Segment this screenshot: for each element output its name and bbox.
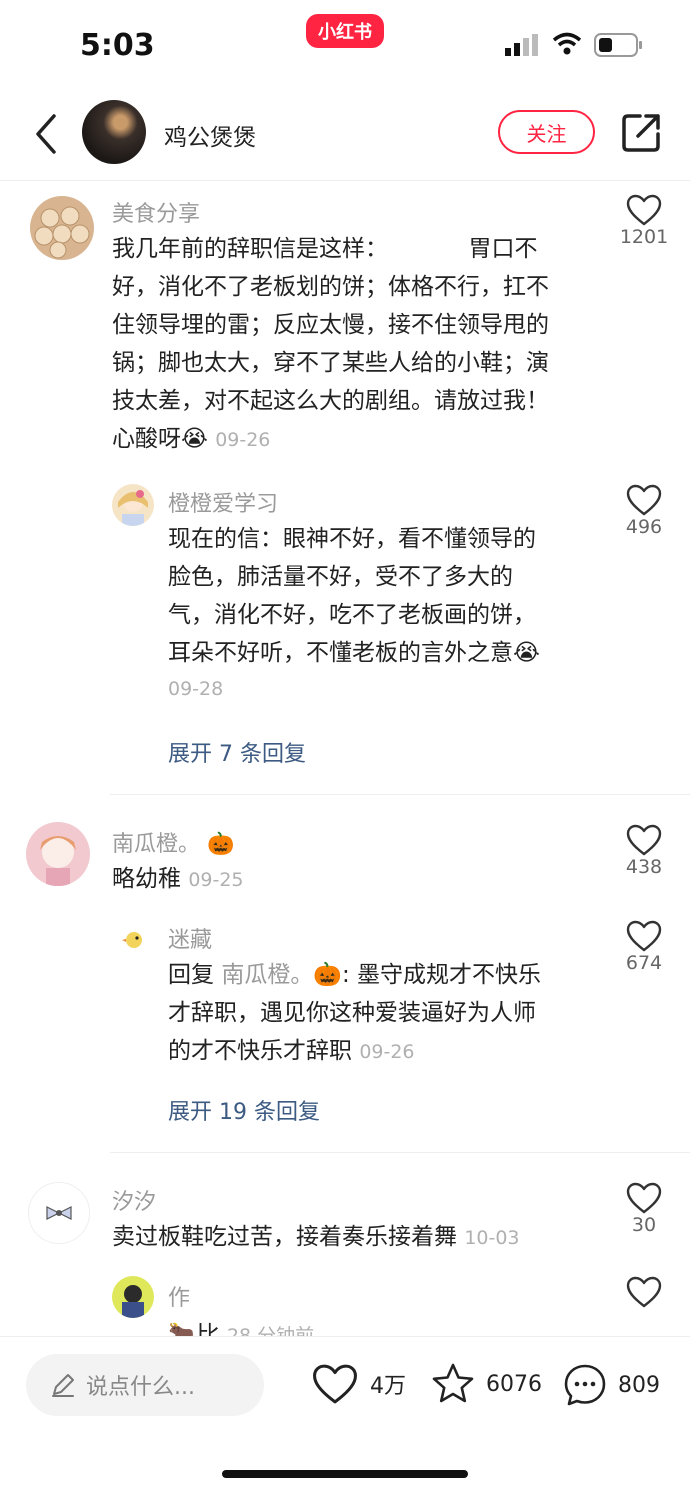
comment-date: 09-25: [188, 869, 244, 891]
signal-icon: [505, 34, 539, 56]
reply-user-name[interactable]: 橙橙爱学习: [168, 486, 278, 518]
reply-user-name[interactable]: 作: [168, 1280, 190, 1312]
like-button[interactable]: [614, 1276, 674, 1308]
heart-icon: [626, 1182, 662, 1214]
comment-text: 略幼稚: [112, 866, 181, 892]
like-count: 1201: [619, 226, 669, 248]
heart-icon: [626, 194, 662, 226]
reply-line: 的才不快乐才辞职 09-26: [168, 1032, 598, 1071]
heart-icon: [313, 1364, 357, 1404]
comment-body: 卖过板鞋吃过苦，接着奏乐接着舞 10-03: [112, 1218, 520, 1257]
reply-line: 现在的信：眼神不好，看不懂领导的: [168, 526, 536, 552]
pencil-icon: [52, 1374, 74, 1397]
heart-icon: [626, 920, 662, 952]
back-arrow-icon: [36, 114, 56, 154]
like-count: 438: [625, 856, 663, 878]
reply-avatar[interactable]: [112, 918, 154, 960]
reply-text: 耳朵不好听，不懂老板的言外之意: [168, 640, 513, 666]
comment-body: 略幼稚 09-25: [112, 860, 244, 899]
author-avatar[interactable]: [82, 100, 146, 164]
reply-line: 脸色，肺活量不好，受不了多大的: [168, 564, 513, 590]
share-icon: [622, 114, 660, 152]
divider: [110, 1152, 690, 1153]
commenter-name[interactable]: 汐汐: [112, 1184, 156, 1216]
comment-input-placeholder: 说点什么...: [86, 1375, 195, 1400]
commenter-avatar[interactable]: [28, 1182, 90, 1244]
comment-date: 09-26: [215, 429, 271, 451]
commenter-name[interactable]: 美食分享: [112, 196, 200, 228]
like-button[interactable]: 496: [614, 484, 674, 538]
reply-date: 09-26: [359, 1041, 415, 1063]
comment-count-button[interactable]: 809: [562, 1362, 660, 1408]
reply-line: 气，消化不好，吃不了老板画的饼，: [168, 602, 536, 628]
share-button[interactable]: [620, 112, 662, 154]
expand-replies-link[interactable]: 展开 19 条回复: [168, 1094, 320, 1126]
pumpkin-emoji: 🎃: [313, 962, 342, 988]
home-indicator: [222, 1470, 468, 1478]
wifi-icon: [552, 32, 582, 56]
like-button[interactable]: 1201: [614, 194, 674, 248]
expand-replies-link[interactable]: 展开 7 条回复: [168, 736, 306, 768]
reply-text: : 墨守成规才不快乐: [341, 962, 542, 988]
comment-text: 心酸呀: [112, 426, 181, 452]
battery-icon: [594, 33, 644, 57]
like-post-button[interactable]: 4万: [312, 1362, 406, 1406]
reply-date: 09-28: [168, 678, 224, 700]
commenter-name-text: 南瓜橙。: [112, 832, 201, 857]
back-button[interactable]: [28, 110, 68, 158]
reply-body: 回复 南瓜橙。🎃: 墨守成规才不快乐 才辞职，遇见你这种爱装逼好为人师 的才不快…: [168, 956, 598, 1071]
commenter-avatar[interactable]: [30, 196, 94, 260]
comment-line: 住领导埋的雷；反应太慢，接不住领导甩的: [112, 312, 549, 338]
heart-icon: [626, 1276, 662, 1308]
favorite-count: 6076: [486, 1371, 542, 1397]
reply-body: 现在的信：眼神不好，看不懂领导的 脸色，肺活量不好，受不了多大的 气，消化不好，…: [168, 520, 598, 700]
comment-line: 心酸呀😭 09-26: [112, 420, 602, 459]
star-icon: [432, 1363, 474, 1403]
reply-to-user[interactable]: 南瓜橙。: [221, 962, 313, 988]
heart-icon: [626, 484, 662, 516]
heart-icon: [626, 824, 662, 856]
comment-body: 我几年前的辞职信是这样： 胃口不 好，消化不了老板划的饼；体格不行，扛不 住领导…: [112, 230, 602, 459]
comment-line: 技太差，对不起这么大的剧组。请放过我！: [112, 388, 549, 414]
commenter-name[interactable]: 南瓜橙。 🎃: [112, 826, 234, 858]
commenter-avatar[interactable]: [26, 822, 90, 886]
comment-text: 卖过板鞋吃过苦，接着奏乐接着舞: [112, 1224, 457, 1250]
divider: [110, 794, 690, 795]
comment-input[interactable]: 说点什么...: [26, 1354, 264, 1416]
crying-emoji: 😭: [513, 640, 540, 666]
comment-line: 好，消化不了老板划的饼；体格不行，扛不: [112, 274, 549, 300]
like-count: 30: [631, 1214, 657, 1236]
like-post-count: 4万: [370, 1374, 406, 1399]
reply-avatar[interactable]: [112, 484, 154, 526]
reply-avatar[interactable]: [112, 1276, 154, 1318]
like-button[interactable]: 438: [614, 824, 674, 878]
reply-line: 才辞职，遇见你这种爱装逼好为人师: [168, 1000, 536, 1026]
reply-text: 的才不快乐才辞职: [168, 1038, 352, 1064]
comment-line: 我几年前的辞职信是这样： 胃口不: [112, 236, 538, 262]
like-button[interactable]: 30: [614, 1182, 674, 1236]
like-count: 496: [625, 516, 663, 538]
reply-line: 回复 南瓜橙。🎃: 墨守成规才不快乐: [168, 956, 598, 994]
like-button[interactable]: 674: [614, 920, 674, 974]
follow-button[interactable]: 关注: [498, 110, 595, 154]
favorite-button[interactable]: 6076: [430, 1362, 542, 1406]
comment-count: 809: [618, 1372, 660, 1398]
pumpkin-emoji: 🎃: [207, 832, 235, 857]
reply-line: 耳朵不好听，不懂老板的言外之意😭: [168, 634, 598, 672]
brand-logo: 小红书: [306, 14, 384, 48]
comment-line: 锅；脚也太大，穿不了某些人给的小鞋；演: [112, 350, 549, 376]
author-name[interactable]: 鸡公煲煲: [164, 118, 256, 152]
like-count: 674: [625, 952, 663, 974]
comment-date: 10-03: [464, 1227, 520, 1249]
comment-bubble-icon: [564, 1364, 606, 1406]
reply-prefix: 回复: [168, 962, 214, 988]
reply-user-name[interactable]: 迷藏: [168, 922, 212, 954]
crying-emoji: 😭: [181, 426, 208, 452]
status-time: 5:03: [80, 28, 155, 63]
